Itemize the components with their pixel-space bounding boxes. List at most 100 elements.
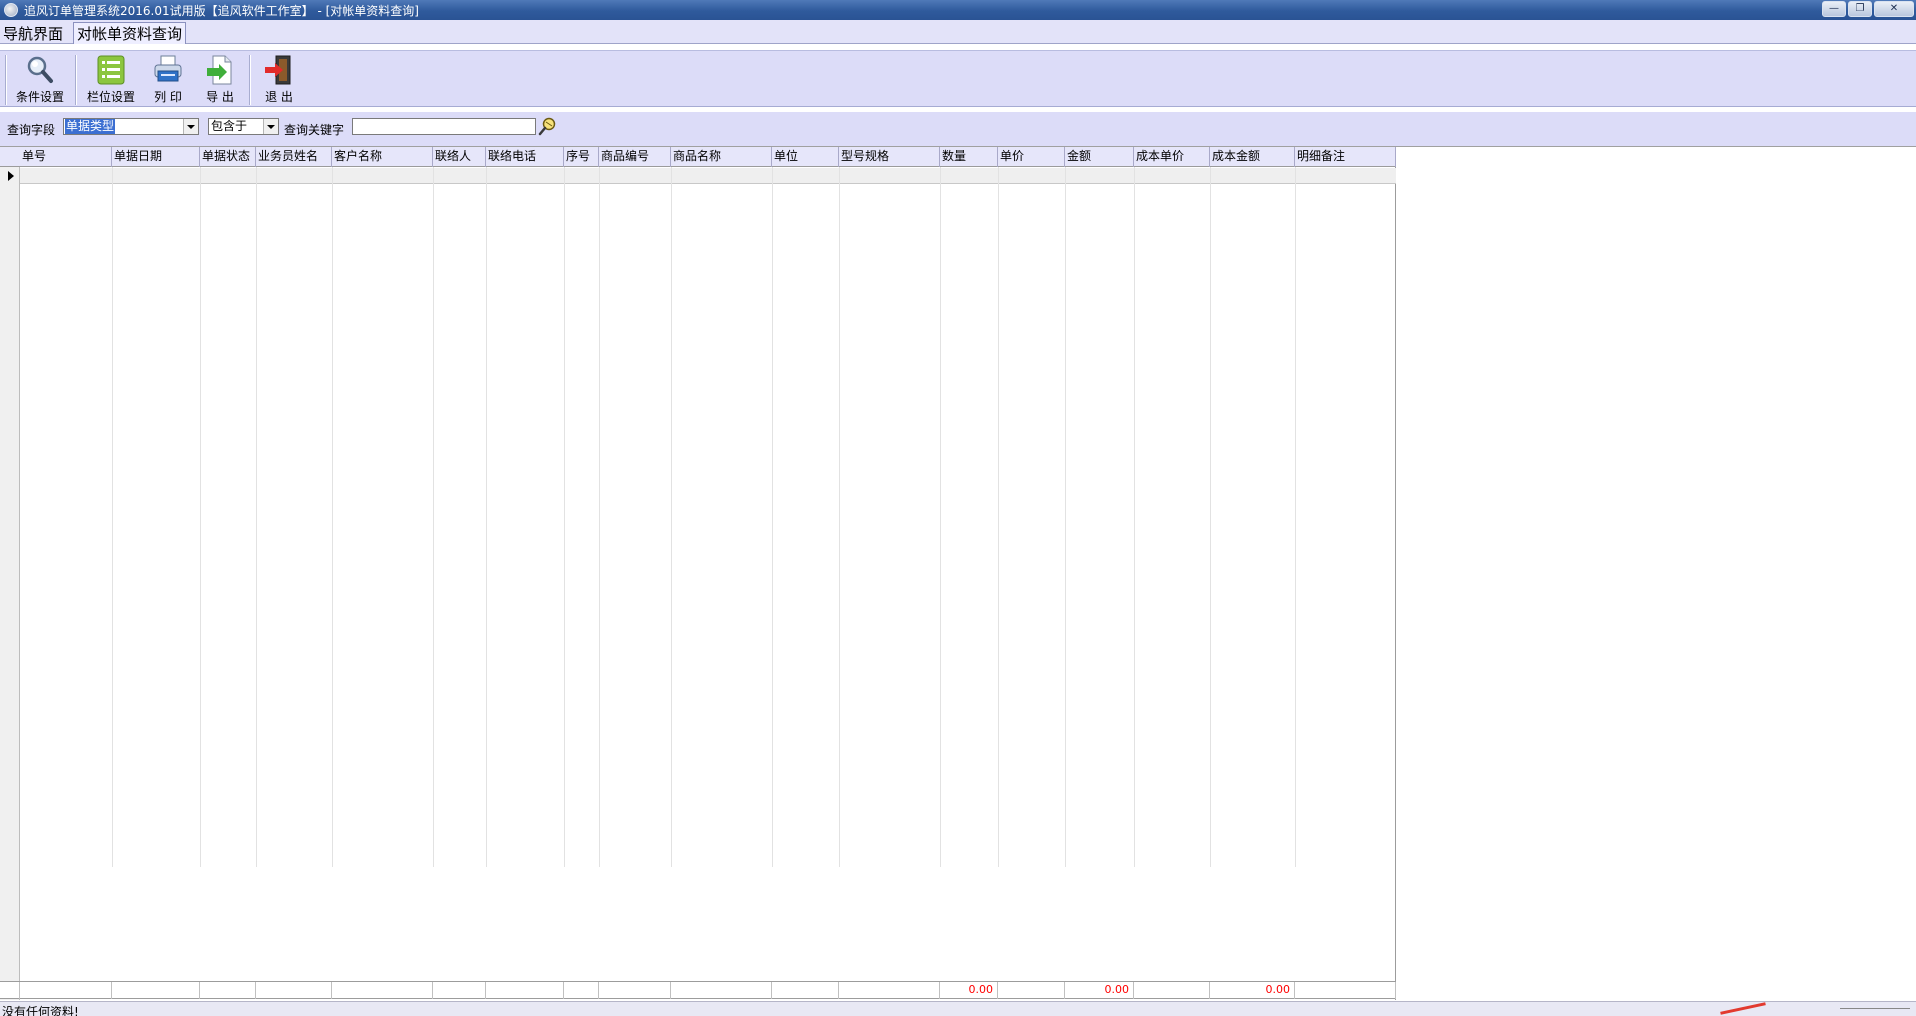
- column-header[interactable]: 成本单价: [1134, 147, 1210, 167]
- column-settings-label: 栏位设置: [86, 90, 135, 104]
- condition-settings-label: 条件设置: [15, 90, 64, 104]
- magnifier-icon: [23, 54, 57, 86]
- title-bar: 追风订单管理系统2016.01试用版【追风软件工作室】 - [对帐单资料查询] …: [0, 0, 1916, 20]
- column-header[interactable]: 单据状态: [200, 147, 256, 167]
- grid-line: [1065, 167, 1066, 867]
- column-header[interactable]: 明细备注: [1295, 147, 1396, 167]
- grid-line: [772, 167, 773, 867]
- window-controls: — ❐ ✕: [1822, 1, 1914, 17]
- column-header[interactable]: 单号: [20, 147, 112, 167]
- query-bar: 查询字段 单据类型 包含于 查询关键字: [0, 112, 1916, 146]
- column-header[interactable]: 型号规格: [839, 147, 940, 167]
- chevron-down-icon[interactable]: [183, 119, 198, 134]
- grid-line: [1295, 167, 1296, 867]
- exit-button[interactable]: 退 出: [248, 54, 310, 106]
- grid-line: [112, 167, 113, 867]
- column-header[interactable]: 业务员姓名: [256, 147, 332, 167]
- chevron-down-icon[interactable]: [263, 119, 278, 134]
- footer-cell: [0, 982, 20, 999]
- footer-cell: [839, 982, 940, 999]
- column-header[interactable]: 商品编号: [599, 147, 671, 167]
- footer-cell: [486, 982, 564, 999]
- export-label: 导 出: [206, 90, 234, 104]
- column-header[interactable]: 单价: [998, 147, 1065, 167]
- new-row[interactable]: [20, 168, 1396, 184]
- column-header[interactable]: 序号: [564, 147, 599, 167]
- query-keyword-input[interactable]: [352, 118, 536, 135]
- window-title: 追风订单管理系统2016.01试用版【追风软件工作室】 - [对帐单资料查询]: [24, 3, 419, 18]
- exit-label: 退 出: [265, 90, 293, 104]
- grid-totals-row: 0.00 0.00 0.00: [0, 981, 1396, 999]
- total-cost-amount: 0.00: [1210, 982, 1295, 999]
- status-bar: 没有任何资料!: [0, 1001, 1916, 1016]
- footer-cell: [433, 982, 486, 999]
- grid-line: [1134, 167, 1135, 867]
- search-icon: [538, 117, 556, 136]
- tab-statement-query[interactable]: 对帐单资料查询: [73, 22, 187, 44]
- status-divider: [1840, 1008, 1910, 1009]
- footer-cell: [772, 982, 839, 999]
- column-header[interactable]: 单据日期: [112, 147, 200, 167]
- tab-navigation[interactable]: 导航界面: [0, 22, 66, 44]
- total-amount: 0.00: [1065, 982, 1134, 999]
- footer-cell: [599, 982, 671, 999]
- column-header[interactable]: 商品名称: [671, 147, 772, 167]
- grid-line: [839, 167, 840, 867]
- query-operator-value: 包含于: [211, 119, 248, 133]
- print-label: 列 印: [154, 90, 182, 104]
- column-header[interactable]: 成本金额: [1210, 147, 1295, 167]
- grid-line: [998, 167, 999, 867]
- grid-line: [1210, 167, 1211, 867]
- grid-line: [671, 167, 672, 867]
- export-button[interactable]: 导 出: [189, 54, 251, 106]
- footer-cell: [1134, 982, 1210, 999]
- footer-cell: [671, 982, 772, 999]
- grid-line: [599, 167, 600, 867]
- toolbar-separator: [5, 55, 7, 105]
- footer-cell: [20, 982, 112, 999]
- toolbar: 条件设置 栏位设置 列 印 导 出 退 出: [0, 50, 1916, 107]
- export-icon: [203, 54, 237, 86]
- grid-line: [200, 167, 201, 867]
- search-button[interactable]: [538, 116, 558, 136]
- toolbar-separator: [75, 55, 77, 105]
- grid-line: [256, 167, 257, 867]
- current-row-pointer-icon: [8, 171, 14, 181]
- column-header[interactable]: 数量: [940, 147, 998, 167]
- footer-cell: [332, 982, 433, 999]
- row-indicator-column: [0, 147, 20, 1000]
- exit-door-icon: [262, 54, 296, 86]
- footer-cell: [564, 982, 599, 999]
- column-header[interactable]: 单位: [772, 147, 839, 167]
- footer-cell: [112, 982, 200, 999]
- grid-line: [433, 167, 434, 867]
- footer-cell: [200, 982, 256, 999]
- grid-line: [940, 167, 941, 867]
- grid-header: 单号 单据日期 单据状态 业务员姓名 客户名称 联络人 联络电话 序号 商品编号…: [0, 147, 1396, 167]
- column-header[interactable]: 联络电话: [486, 147, 564, 167]
- footer-cell: [1295, 982, 1396, 999]
- query-keyword-label: 查询关键字: [284, 123, 345, 137]
- list-icon: [94, 54, 128, 86]
- data-grid[interactable]: 单号 单据日期 单据状态 业务员姓名 客户名称 联络人 联络电话 序号 商品编号…: [0, 147, 1396, 1000]
- grid-line: [486, 167, 487, 867]
- footer-cell: [998, 982, 1065, 999]
- minimize-button[interactable]: —: [1822, 1, 1846, 17]
- status-indicator: [1720, 1002, 1766, 1015]
- status-message: 没有任何资料!: [2, 1005, 79, 1016]
- query-operator-select[interactable]: 包含于: [208, 118, 279, 135]
- query-field-value: 单据类型: [65, 119, 116, 134]
- column-header[interactable]: 联络人: [433, 147, 486, 167]
- column-header[interactable]: 客户名称: [332, 147, 433, 167]
- data-grid-area: 单号 单据日期 单据状态 业务员姓名 客户名称 联络人 联络电话 序号 商品编号…: [0, 146, 1916, 1001]
- grid-line: [332, 167, 333, 867]
- column-header[interactable]: 金额: [1065, 147, 1134, 167]
- grid-line: [564, 167, 565, 867]
- condition-settings-button[interactable]: 条件设置: [9, 54, 71, 106]
- tab-strip: 导航界面 对帐单资料查询: [0, 20, 1916, 44]
- column-settings-button[interactable]: 栏位设置: [80, 54, 142, 106]
- close-button[interactable]: ✕: [1874, 1, 1914, 17]
- restore-button[interactable]: ❐: [1848, 1, 1872, 17]
- query-field-select[interactable]: 单据类型: [63, 118, 199, 135]
- footer-cell: [256, 982, 332, 999]
